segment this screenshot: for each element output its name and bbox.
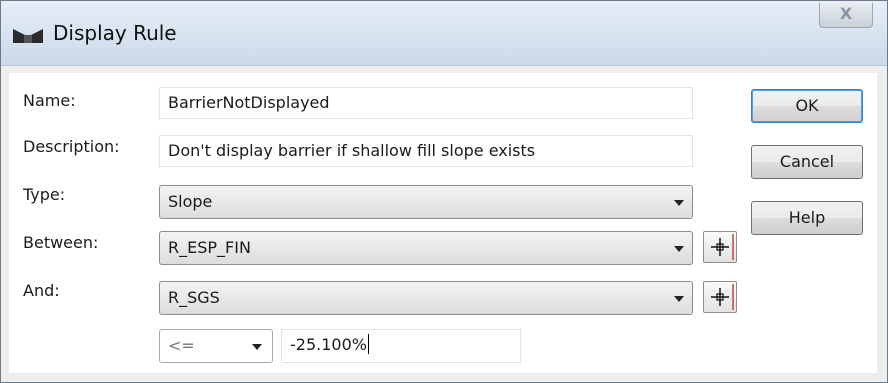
text-cursor <box>367 334 369 354</box>
crosshair-pick-icon <box>711 284 734 310</box>
chevron-down-icon <box>674 200 684 206</box>
crosshair-pick-icon <box>711 234 734 260</box>
type-label: Type: <box>23 185 66 204</box>
close-button[interactable]: X <box>819 3 873 28</box>
chevron-down-icon <box>674 246 684 252</box>
threshold-value: -25.100% <box>290 335 367 354</box>
window-title: Display Rule <box>53 21 177 45</box>
chevron-down-icon <box>252 344 262 350</box>
operator-select[interactable]: <= <box>159 329 273 363</box>
and-pick-button[interactable] <box>703 281 737 313</box>
dialog-body: Name: BarrierNotDisplayed Description: D… <box>9 73 877 373</box>
chevron-down-icon <box>674 296 684 302</box>
between-select[interactable]: R_ESP_FIN <box>159 231 693 265</box>
display-rule-icon <box>13 29 43 43</box>
ok-button[interactable]: OK <box>751 89 863 123</box>
description-label: Description: <box>23 137 120 156</box>
between-select-value: R_ESP_FIN <box>168 238 251 257</box>
help-button[interactable]: Help <box>751 201 863 235</box>
type-select[interactable]: Slope <box>159 185 693 219</box>
name-label: Name: <box>23 91 76 110</box>
threshold-input[interactable]: -25.100% <box>281 329 521 363</box>
and-label: And: <box>23 281 60 300</box>
type-select-value: Slope <box>168 192 213 211</box>
title-bar[interactable]: Display Rule X <box>1 1 887 66</box>
description-field[interactable]: Don't display barrier if shallow fill sl… <box>159 135 693 167</box>
and-select[interactable]: R_SGS <box>159 281 693 315</box>
cancel-button[interactable]: Cancel <box>751 145 863 179</box>
and-select-value: R_SGS <box>168 288 220 307</box>
operator-select-value: <= <box>168 336 195 355</box>
display-rule-dialog: Display Rule X Name: BarrierNotDisplayed… <box>0 0 888 383</box>
name-field[interactable]: BarrierNotDisplayed <box>159 87 693 119</box>
between-label: Between: <box>23 233 99 252</box>
between-pick-button[interactable] <box>703 231 737 263</box>
